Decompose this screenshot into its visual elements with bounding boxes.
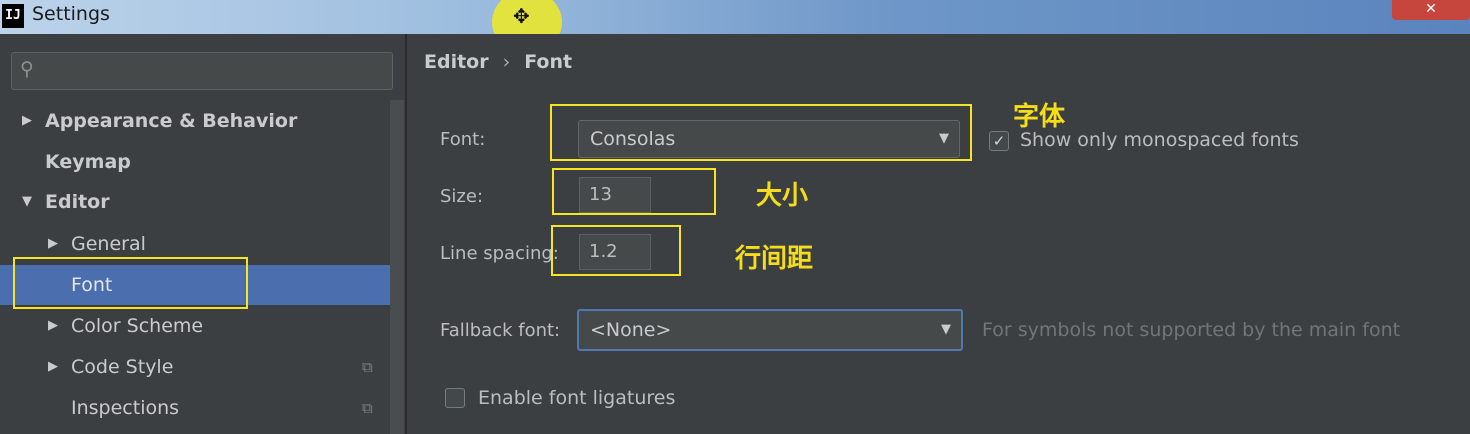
expand-arrow-icon[interactable]: ▶ — [48, 306, 58, 346]
annotation-font: 字体 — [1013, 102, 1066, 132]
ligatures-checkbox[interactable] — [445, 388, 465, 408]
highlight-font-field — [550, 104, 972, 161]
sidebar-item-editor[interactable]: ▼ Editor — [0, 182, 405, 222]
monospaced-checkbox[interactable]: ✓ — [989, 131, 1009, 151]
fallback-font-label: Fallback font: — [440, 320, 561, 341]
search-input[interactable]: ⚲ — [11, 52, 393, 90]
project-scope-icon: ⧉ — [362, 358, 373, 376]
sidebar-item-label: Editor — [45, 191, 110, 213]
sidebar-item-label: Inspections — [71, 397, 180, 419]
ligatures-checkbox-label: Enable font ligatures — [478, 387, 676, 409]
highlight-font-item — [13, 257, 248, 309]
close-button[interactable]: ✕ — [1392, 0, 1470, 20]
fallback-font-hint: For symbols not supported by the main fo… — [982, 319, 1401, 341]
search-icon: ⚲ — [20, 58, 34, 80]
fallback-font-dropdown[interactable]: <None> ▼ — [577, 309, 963, 351]
font-label: Font: — [440, 129, 486, 150]
breadcrumb-font: Font — [524, 51, 573, 73]
chevron-down-icon: ▼ — [941, 322, 951, 337]
fallback-font-value: <None> — [590, 319, 672, 341]
sidebar-item-keymap[interactable]: Keymap — [0, 142, 405, 182]
app-icon: IJ — [2, 4, 24, 28]
sidebar-item-color-scheme[interactable]: ▶ Color Scheme — [0, 306, 405, 346]
line-spacing-label: Line spacing: — [440, 243, 559, 264]
expand-arrow-icon[interactable]: ▶ — [48, 347, 58, 387]
expand-arrow-icon[interactable]: ▶ — [22, 101, 32, 141]
sidebar-item-label: Code Style — [71, 356, 174, 378]
sidebar-item-label: Color Scheme — [71, 315, 204, 337]
sidebar-item-appearance-behavior[interactable]: ▶ Appearance & Behavior — [0, 101, 405, 141]
annotation-size: 大小 — [756, 181, 809, 211]
highlight-line-spacing-field — [551, 225, 681, 276]
breadcrumb-editor: Editor — [424, 51, 489, 73]
window-title: Settings — [32, 3, 110, 25]
title-bar: IJ Settings ✕ — [0, 0, 1470, 34]
breadcrumb: Editor › Font — [424, 51, 572, 73]
breadcrumb-separator: › — [502, 51, 511, 73]
sidebar-item-label: Keymap — [45, 151, 131, 173]
sidebar-item-inspections[interactable]: Inspections ⧉ — [0, 388, 405, 428]
sidebar-item-code-style[interactable]: ▶ Code Style ⧉ — [0, 347, 405, 387]
annotation-line-spacing: 行间距 — [735, 244, 814, 274]
project-scope-icon: ⧉ — [362, 399, 373, 417]
move-cursor-icon: ✥ — [513, 4, 530, 28]
sidebar-item-label: Appearance & Behavior — [45, 110, 298, 132]
search-field[interactable] — [48, 57, 382, 85]
size-label: Size: — [440, 186, 484, 207]
sidebar-scrollbar[interactable] — [390, 100, 404, 434]
collapse-arrow-icon[interactable]: ▼ — [22, 182, 32, 222]
highlight-size-field — [552, 168, 716, 215]
